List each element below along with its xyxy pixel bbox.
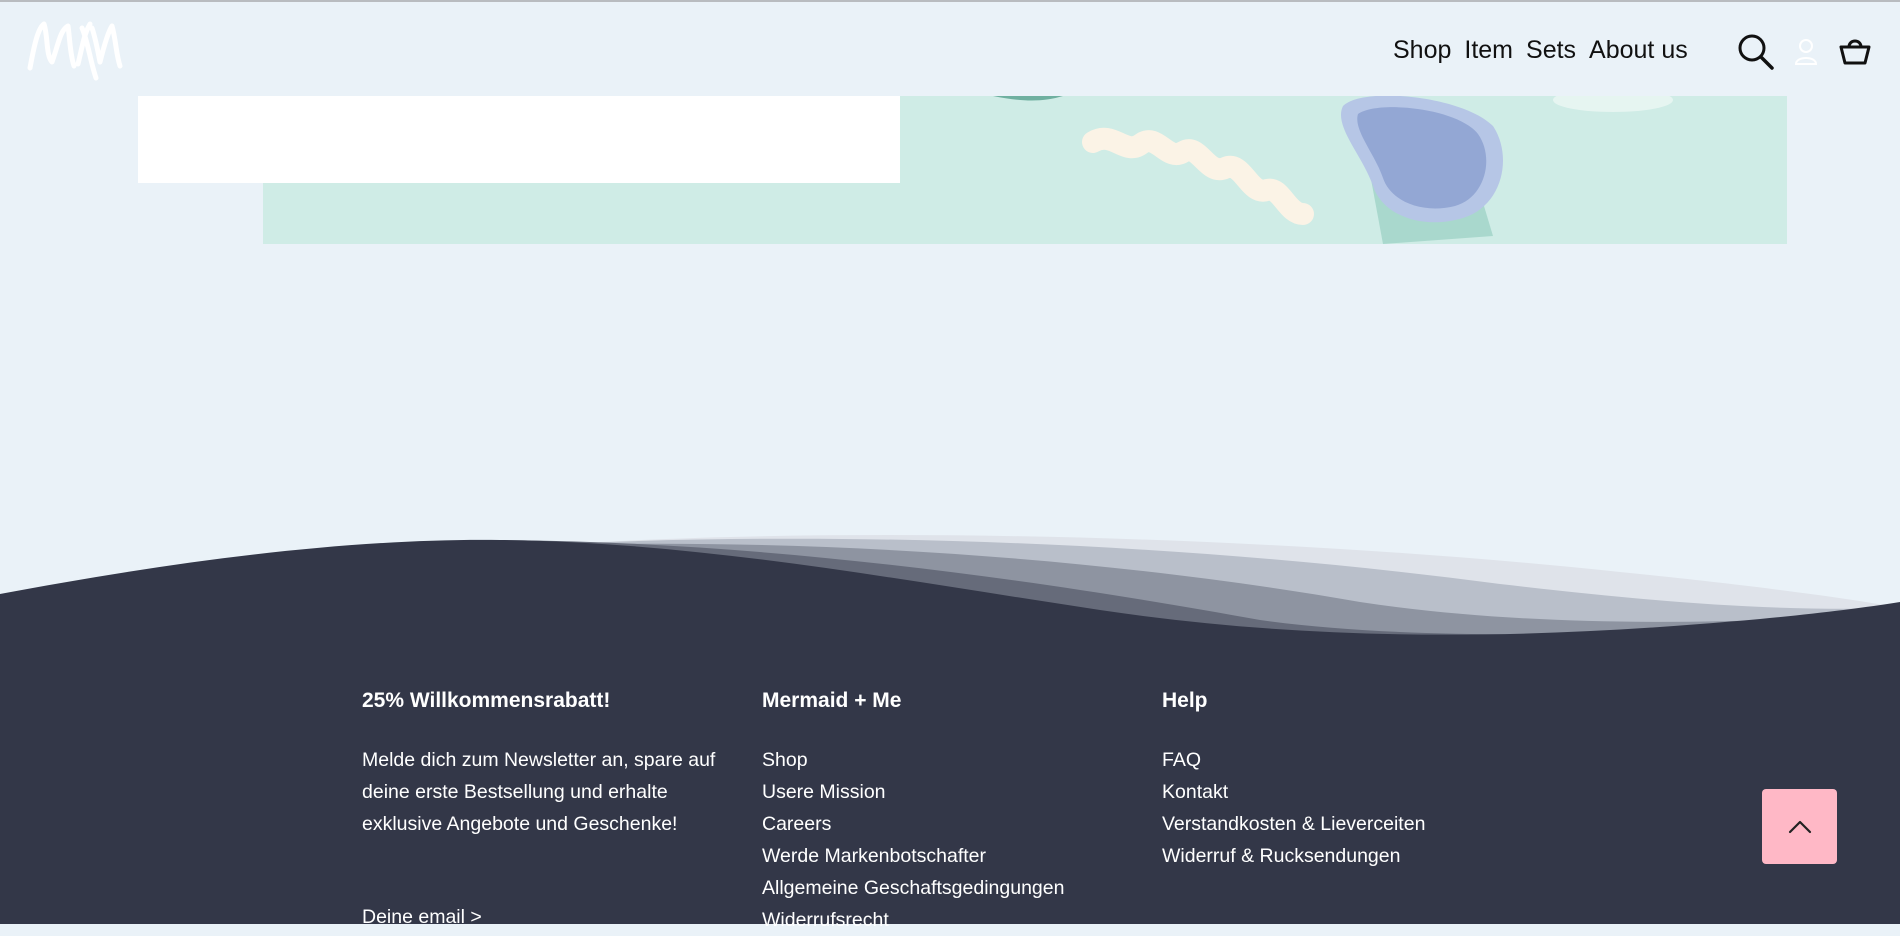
footer-link-mission[interactable]: Usere Mission xyxy=(762,776,1142,808)
cart-icon[interactable] xyxy=(1838,34,1872,68)
footer-mermaid-me: Mermaid + Me Shop Usere Mission Careers … xyxy=(762,688,1142,936)
nav-about-us[interactable]: About us xyxy=(1589,36,1688,65)
footer-link-shipping[interactable]: Verstandkosten & Lieverceiten xyxy=(1162,808,1562,840)
footer-link-returns[interactable]: Widerruf & Rucksendungen xyxy=(1162,840,1562,872)
footer-links: FAQ Kontakt Verstandkosten & Lieverceite… xyxy=(1162,744,1562,872)
newsletter-text: Melde dich zum Newsletter an, spare auf … xyxy=(362,749,716,835)
main-nav: Shop Item Sets About us xyxy=(1393,36,1701,65)
site-header: Shop Item Sets About us xyxy=(0,2,1900,96)
search-icon[interactable] xyxy=(1736,32,1776,72)
nav-item[interactable]: Item xyxy=(1464,36,1513,65)
footer-col-title: Mermaid + Me xyxy=(762,689,902,712)
footer-link-ambassador[interactable]: Werde Markenbotschafter xyxy=(762,840,1142,872)
nav-sets[interactable]: Sets xyxy=(1526,36,1576,65)
footer-link-terms[interactable]: Allgemeine Geschaftsgedingungen xyxy=(762,872,1142,904)
newsletter-email-link[interactable]: Deine email > xyxy=(362,904,482,930)
back-to-top-button[interactable] xyxy=(1762,789,1837,864)
hero-text-card xyxy=(138,96,900,183)
footer-link-careers[interactable]: Careers xyxy=(762,808,1142,840)
footer-link-withdrawal[interactable]: Widerrufsrecht xyxy=(762,904,1142,936)
user-icon[interactable] xyxy=(1794,38,1818,66)
nav-shop[interactable]: Shop xyxy=(1393,36,1451,65)
footer-link-faq[interactable]: FAQ xyxy=(1162,744,1562,776)
logo[interactable] xyxy=(26,16,124,86)
footer-link-contact[interactable]: Kontakt xyxy=(1162,776,1562,808)
newsletter-title: 25% Willkommensrabatt! xyxy=(362,689,611,712)
footer-help: Help FAQ Kontakt Verstandkosten & Liever… xyxy=(1162,688,1562,872)
footer-col-title: Help xyxy=(1162,689,1208,712)
footer-links: Shop Usere Mission Careers Werde Markenb… xyxy=(762,744,1142,936)
footer-link-shop[interactable]: Shop xyxy=(762,744,1142,776)
footer-newsletter: 25% Willkommensrabatt! Melde dich zum Ne… xyxy=(362,688,742,840)
chevron-up-icon xyxy=(1788,820,1811,833)
